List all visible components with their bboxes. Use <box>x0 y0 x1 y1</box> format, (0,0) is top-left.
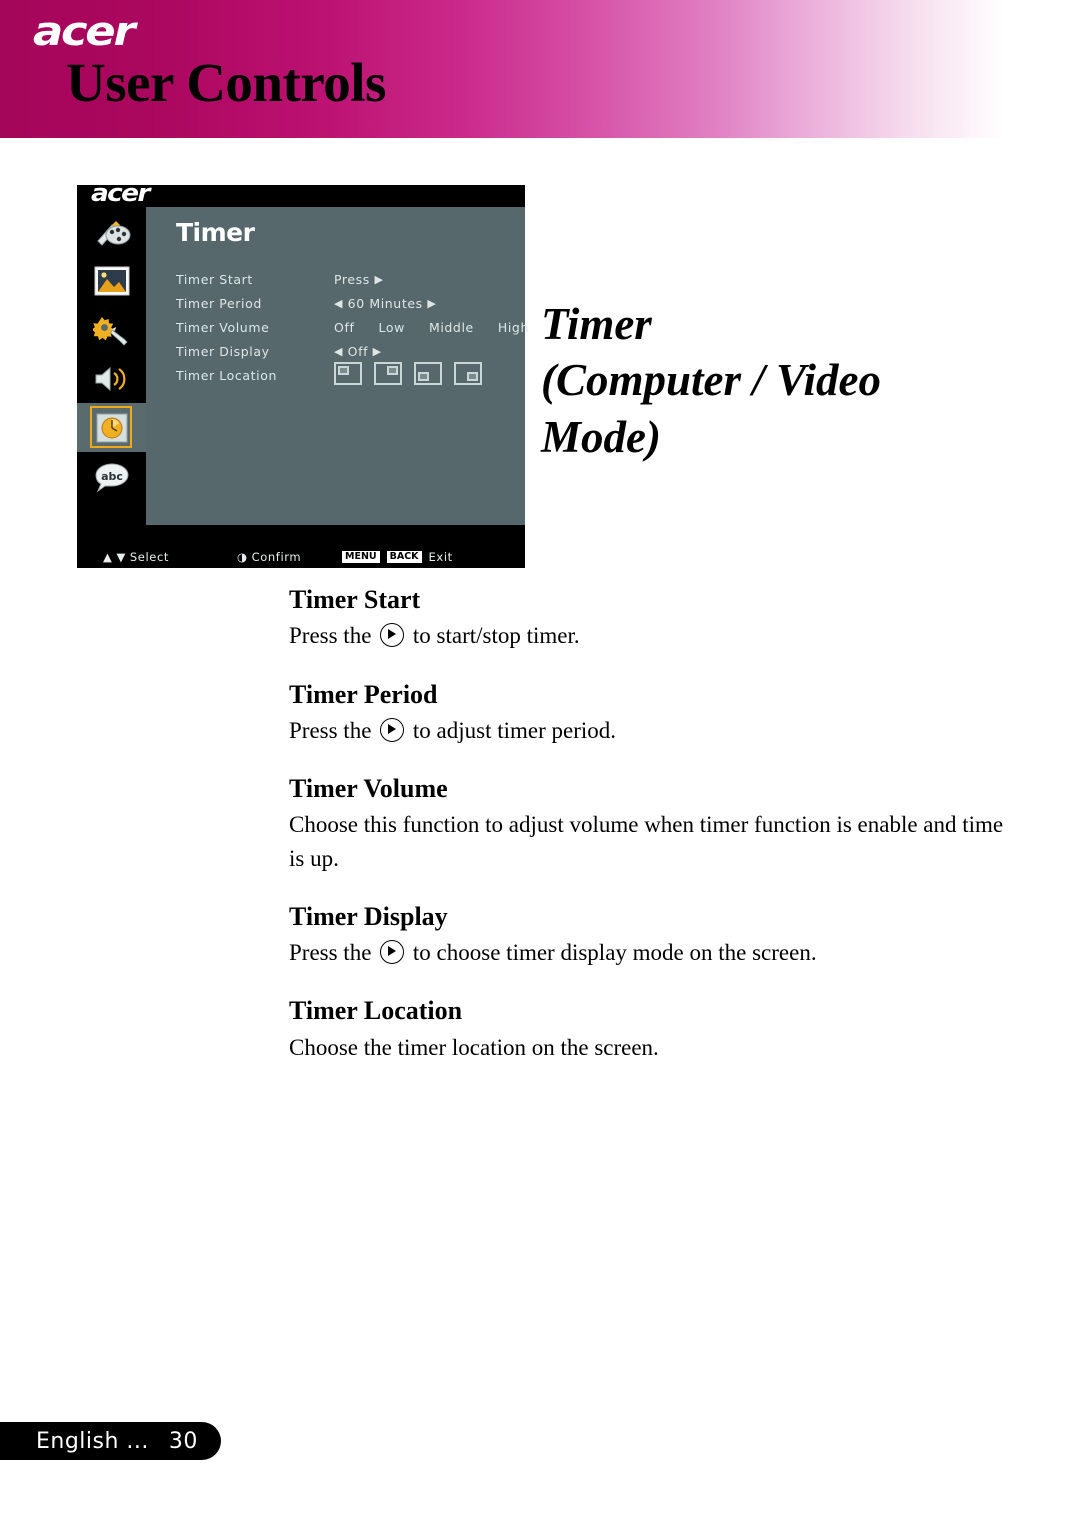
chevron-right-icon[interactable]: ▶ <box>427 297 436 310</box>
osd-row-timer-period[interactable]: Timer Period ◀ 60 Minutes ▶ <box>176 293 516 317</box>
body-text-after: to choose timer display mode on the scre… <box>412 940 817 966</box>
body-text-before: Press the <box>289 623 372 649</box>
body-timer-display: Press the to choose timer display mode o… <box>289 936 1009 969</box>
audio-icon <box>93 364 131 394</box>
page-title: User Controls <box>66 52 386 113</box>
sidebar-item-color[interactable] <box>77 207 146 256</box>
volume-option-high[interactable]: High <box>498 320 529 335</box>
osd-acer-logo: acer <box>91 179 150 207</box>
footer-page-number: 30 <box>168 1428 198 1454</box>
heading-timer-period: Timer Period <box>289 679 438 709</box>
osd-label-timer-location: Timer Location <box>176 368 277 383</box>
footer-language: English ... <box>36 1428 149 1454</box>
language-icon: abc <box>93 461 131 493</box>
chevron-right-icon[interactable]: ▶ <box>374 273 383 286</box>
volume-option-low[interactable]: Low <box>378 320 404 335</box>
osd-menu-title: Timer <box>176 218 255 247</box>
osd-panel: Timer Timer Start Press ▶ Timer Period ◀… <box>146 207 528 525</box>
section-title-line-1: Timer <box>541 299 652 349</box>
right-button-icon <box>380 940 405 965</box>
osd-label-timer-volume: Timer Volume <box>176 320 270 335</box>
body-timer-location: Choose the timer location on the screen. <box>289 1034 659 1060</box>
section-title-line-2: (Computer / Video <box>541 355 882 406</box>
body-text-before: Press the <box>289 717 372 743</box>
osd-row-timer-start[interactable]: Timer Start Press ▶ <box>176 269 516 293</box>
osd-value-text: 60 Minutes <box>347 296 423 311</box>
osd-row-timer-volume[interactable]: Timer Volume Off Low Middle High <box>176 317 528 341</box>
sidebar-item-audio[interactable] <box>77 354 146 403</box>
location-option-top-left[interactable] <box>334 362 362 385</box>
osd-hint-confirm-label: Confirm <box>251 550 302 564</box>
sidebar-item-setting[interactable] <box>77 305 146 354</box>
svg-text:abc: abc <box>101 470 123 483</box>
body-text-after: to adjust timer period. <box>412 717 617 743</box>
osd-hint-exit: MENU BACK Exit <box>342 550 453 564</box>
osd-location-options <box>334 362 482 385</box>
heading-timer-display: Timer Display <box>289 901 448 931</box>
osd-bottom-bar: ▲ ▼ Select ◑ Confirm MENU BACK Exit <box>77 546 525 568</box>
osd-label-timer-period: Timer Period <box>176 296 262 311</box>
section-title: Timer (Computer / Video Mode) <box>541 296 1001 465</box>
location-option-bottom-left[interactable] <box>414 362 442 385</box>
sidebar-item-language[interactable]: abc <box>77 452 146 501</box>
osd-row-timer-location[interactable]: Timer Location <box>176 362 516 389</box>
body-timer-start: Press the to start/stop timer. <box>289 619 1009 652</box>
osd-value-text: Off <box>347 344 369 359</box>
osd-top-bar: acer <box>77 181 525 207</box>
osd-label-timer-display: Timer Display <box>176 344 270 359</box>
sidebar-item-image[interactable] <box>77 256 146 305</box>
body-timer-period: Press the to adjust timer period. <box>289 714 1009 747</box>
osd-sidebar: abc <box>77 207 146 546</box>
location-option-bottom-right[interactable] <box>454 362 482 385</box>
osd-value-timer-start[interactable]: Press ▶ <box>334 272 384 287</box>
footer-page-indicator: English ... 30 <box>0 1422 221 1460</box>
heading-timer-volume: Timer Volume <box>289 774 448 804</box>
volume-option-off[interactable]: Off <box>334 320 354 335</box>
osd-value-text: Press <box>334 272 370 287</box>
osd-hint-select: ▲ ▼ Select <box>103 550 169 564</box>
back-key-cap: BACK <box>386 551 422 563</box>
chevron-left-icon[interactable]: ◀ <box>334 297 343 310</box>
chevron-right-icon[interactable]: ▶ <box>373 345 382 358</box>
heading-timer-location: Timer Location <box>289 996 463 1026</box>
osd-hint-confirm: ◑ Confirm <box>237 550 301 564</box>
selection-frame <box>90 406 132 448</box>
osd-hint-select-label: Select <box>129 550 169 564</box>
page-header-banner: acer User Controls <box>0 0 1080 138</box>
location-option-top-right[interactable] <box>374 362 402 385</box>
right-button-icon <box>380 717 405 742</box>
body-text-after: to start/stop timer. <box>412 623 580 649</box>
chevron-left-icon[interactable]: ◀ <box>334 345 343 358</box>
settings-icon <box>92 314 131 346</box>
content-body: Timer Start Press the to start/stop time… <box>289 584 1009 1090</box>
osd-volume-options: Off Low Middle High <box>334 320 529 335</box>
heading-timer-start: Timer Start <box>289 585 421 614</box>
osd-value-timer-display[interactable]: ◀ Off ▶ <box>334 344 382 359</box>
body-text-before: Press the <box>289 940 372 966</box>
section-title-line-3: Mode) <box>541 411 661 462</box>
menu-key-cap: MENU <box>342 551 380 563</box>
arrow-down-icon: ▼ <box>116 550 126 564</box>
volume-option-middle[interactable]: Middle <box>429 320 474 335</box>
osd-menu-screenshot: acer abc Timer Timer Start Press ▶ Timer… <box>77 181 528 568</box>
osd-value-timer-period[interactable]: ◀ 60 Minutes ▶ <box>334 296 436 311</box>
right-button-icon <box>380 623 405 648</box>
osd-settings-list: Timer Start Press ▶ Timer Period ◀ 60 Mi… <box>176 269 528 389</box>
osd-hint-exit-label: Exit <box>428 550 453 564</box>
body-timer-volume: Choose this function to adjust volume wh… <box>289 812 1004 871</box>
half-circle-icon: ◑ <box>237 550 248 564</box>
sidebar-item-timer[interactable] <box>77 403 146 452</box>
arrow-up-icon: ▲ <box>103 550 113 564</box>
image-icon <box>94 266 130 296</box>
osd-label-timer-start: Timer Start <box>176 272 253 287</box>
acer-logo: acer <box>33 9 136 55</box>
color-palette-icon <box>92 215 132 249</box>
